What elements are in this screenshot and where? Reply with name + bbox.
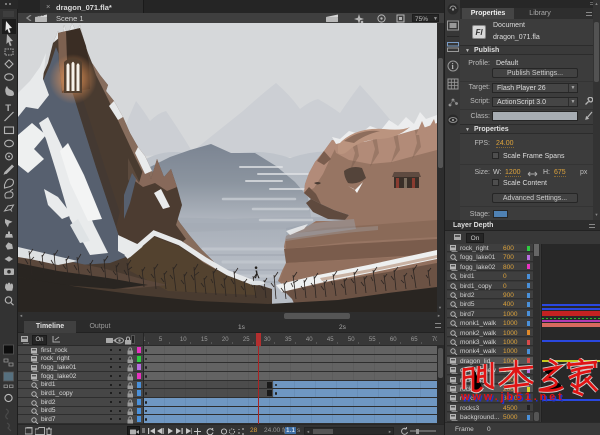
svg-text:i: i <box>452 62 455 71</box>
svg-text:T: T <box>5 103 11 114</box>
